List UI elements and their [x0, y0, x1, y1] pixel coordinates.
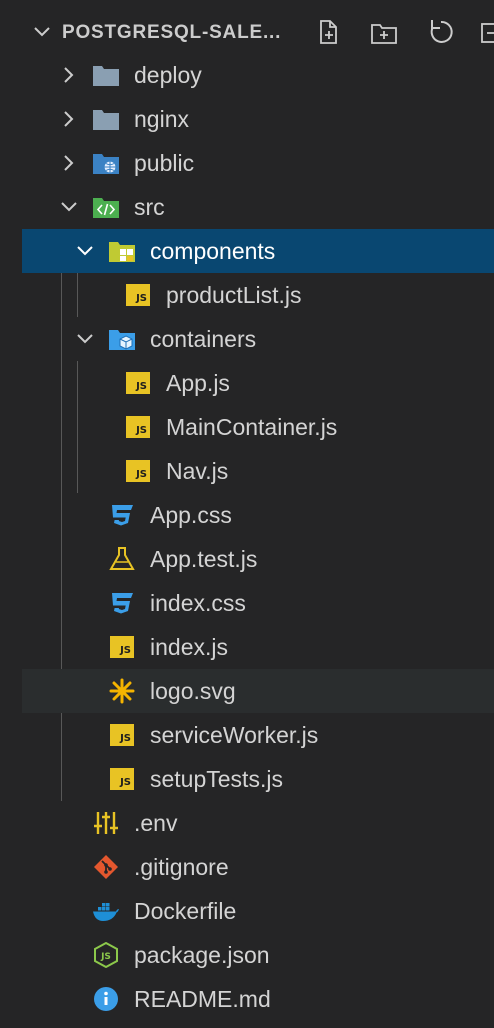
chevron-right-icon[interactable] — [59, 65, 79, 85]
tree-item-logo-svg[interactable]: logo.svg — [22, 669, 494, 713]
refresh-icon[interactable] — [425, 16, 457, 48]
tree-item-nav-js[interactable]: JS Nav.js — [22, 449, 494, 493]
tree-item-index-css[interactable]: index.css — [22, 581, 494, 625]
chevron-right-icon[interactable] — [59, 109, 79, 129]
settings-sliders-icon — [94, 812, 118, 834]
css-file-icon — [112, 505, 133, 526]
tree-item-label: .gitignore — [134, 854, 229, 880]
tree-item-label: Dockerfile — [134, 898, 237, 924]
js-badge: JS — [126, 284, 150, 306]
chevron-down-icon[interactable] — [32, 22, 52, 42]
tree-item-readme-md[interactable]: README.md — [22, 977, 494, 1021]
tree-item-label: index.js — [150, 634, 228, 660]
tree-item-deploy[interactable]: deploy — [22, 53, 494, 97]
tree-item-label: index.css — [150, 590, 246, 616]
svg-text:JS: JS — [100, 952, 111, 962]
js-badge: JS — [126, 372, 150, 394]
folder-icon — [93, 110, 119, 130]
tree-item-nginx[interactable]: nginx — [22, 97, 494, 141]
new-folder-icon[interactable] — [368, 16, 400, 48]
tree-item-components[interactable]: components — [22, 229, 494, 273]
tree-item-label: App.css — [150, 502, 232, 528]
tree-item-label: logo.svg — [150, 678, 236, 704]
tree-item-label: deploy — [134, 62, 202, 88]
js-badge: JS — [110, 724, 134, 746]
source-folder-code-icon — [93, 198, 119, 218]
tree-item-label: src — [134, 194, 165, 220]
js-badge: JS — [110, 768, 134, 790]
tree-item-productlist-js[interactable]: JS productList.js — [22, 273, 494, 317]
tree-item-label: package.json — [134, 942, 270, 968]
chevron-down-icon[interactable] — [75, 241, 95, 261]
nodejs-icon: JS — [94, 942, 118, 968]
tree-item-serviceworker-js[interactable]: JS serviceWorker.js — [22, 713, 494, 757]
tree-item-label: nginx — [134, 106, 189, 132]
tree-item-setuptests-js[interactable]: JS setupTests.js — [22, 757, 494, 801]
tree-item-public[interactable]: public — [22, 141, 494, 185]
javascript-file-icon: JS — [108, 722, 136, 748]
tree-item-label: Nav.js — [166, 458, 229, 484]
chevron-down-icon[interactable] — [75, 329, 95, 349]
new-file-icon[interactable] — [312, 16, 344, 48]
chevron-right-icon[interactable] — [59, 153, 79, 173]
components-folder-icon — [109, 242, 135, 262]
folder-icon — [93, 66, 119, 86]
javascript-file-icon: JS — [124, 414, 152, 440]
tree-item-label: App.test.js — [150, 546, 258, 572]
javascript-file-icon: JS — [108, 766, 136, 792]
tree-item-app-js[interactable]: JS App.js — [22, 361, 494, 405]
tree-item-label: containers — [150, 326, 257, 352]
svg-file-icon — [109, 678, 135, 704]
tree-item-label: components — [150, 238, 276, 264]
docker-whale-icon — [93, 903, 119, 921]
js-badge: JS — [126, 460, 150, 482]
javascript-file-icon: JS — [108, 634, 136, 660]
js-badge: JS — [126, 416, 150, 438]
public-folder-globe-icon — [93, 154, 119, 174]
tree-item-app-css[interactable]: App.css — [22, 493, 494, 537]
tree-item-maincontainer-js[interactable]: JS MainContainer.js — [22, 405, 494, 449]
tree-item-env[interactable]: .env — [22, 801, 494, 845]
javascript-file-icon: JS — [124, 370, 152, 396]
explorer-section-header[interactable]: POSTGRESQL-SALE... — [22, 10, 494, 54]
tree-item-label: App.js — [166, 370, 230, 396]
chevron-down-icon[interactable] — [59, 197, 79, 217]
js-badge: JS — [110, 636, 134, 658]
tree-item-label: README.md — [134, 986, 271, 1012]
collapse-all-icon[interactable] — [478, 16, 494, 48]
tree-item-package-json[interactable]: JS package.json — [22, 933, 494, 977]
git-icon — [94, 855, 118, 879]
containers-folder-icon — [109, 330, 135, 350]
tree-item-label: MainContainer.js — [166, 414, 338, 440]
tree-item-app-test-js[interactable]: App.test.js — [22, 537, 494, 581]
tree-item-label: .env — [134, 810, 178, 836]
javascript-file-icon: JS — [124, 458, 152, 484]
tree-item-index-js[interactable]: JS index.js — [22, 625, 494, 669]
tree-item-src[interactable]: src — [22, 185, 494, 229]
css-file-icon — [112, 593, 133, 614]
tree-item-gitignore[interactable]: .gitignore — [22, 845, 494, 889]
activity-strip — [0, 0, 23, 1028]
explorer-section-title: POSTGRESQL-SALE... — [62, 22, 282, 43]
info-icon — [94, 987, 118, 1011]
tree-item-label: public — [134, 150, 195, 176]
tree-item-label: productList.js — [166, 282, 302, 308]
javascript-file-icon: JS — [124, 282, 152, 308]
tree-item-label: setupTests.js — [150, 766, 283, 792]
explorer-panel: POSTGRESQL-SALE... deploy nginx public s… — [22, 0, 494, 1028]
test-flask-icon — [109, 547, 135, 570]
tree-item-label: serviceWorker.js — [150, 722, 319, 748]
tree-item-containers[interactable]: containers — [22, 317, 494, 361]
tree-item-dockerfile[interactable]: Dockerfile — [22, 889, 494, 933]
